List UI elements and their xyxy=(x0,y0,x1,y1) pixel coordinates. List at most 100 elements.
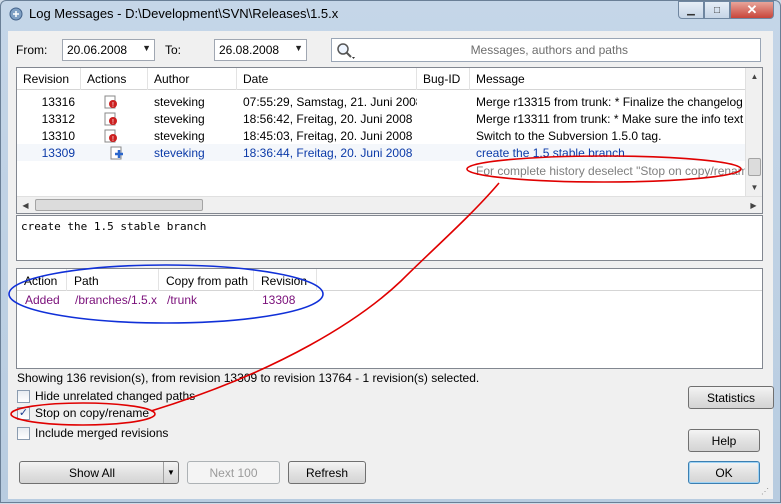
table-row[interactable]: Added /branches/1.5.x /trunk 13308 xyxy=(17,291,762,309)
modified-action-icon: ! xyxy=(104,95,117,109)
message-cell: Merge r13315 from trunk: * Finalize the … xyxy=(476,95,745,109)
show-all-button[interactable]: Show All ▼ xyxy=(19,461,179,484)
date-cell: 18:45:03, Freitag, 20. Juni 2008 xyxy=(243,129,413,143)
date-cell: 18:56:42, Freitag, 20. Juni 2008 xyxy=(243,112,413,126)
log-messages-window: Log Messages - D:\Development\SVN\Releas… xyxy=(0,0,781,503)
search-placeholder: Messages, authors and paths xyxy=(470,43,628,57)
added-action-icon xyxy=(110,146,123,160)
author-cell: steveking xyxy=(154,112,205,126)
table-row-selected[interactable]: 13309 steveking 18:36:44, Freitag, 20. J… xyxy=(17,144,745,161)
dialog-client: From: 20.06.2008 ▼ To: 26.08.2008 ▼ Mess… xyxy=(8,31,774,499)
ok-label: OK xyxy=(715,465,733,480)
chevron-down-icon[interactable]: ▼ xyxy=(142,43,151,53)
revision-list[interactable]: Revision Actions Author Date Bug-ID Mess… xyxy=(16,67,763,214)
include-merged-checkbox[interactable]: Include merged revisions xyxy=(17,425,168,441)
maximize-button[interactable]: □ xyxy=(704,1,730,19)
scroll-up-icon[interactable]: ▲ xyxy=(746,68,763,85)
col-message[interactable]: Message xyxy=(470,68,746,90)
modified-action-icon: ! xyxy=(104,112,117,126)
checkbox-box[interactable] xyxy=(17,426,30,440)
hide-unrelated-checkbox[interactable]: Hide unrelated changed paths xyxy=(17,388,195,404)
next-100-label: Next 100 xyxy=(209,465,258,480)
from-label: From: xyxy=(16,43,48,57)
bugid-cell xyxy=(417,127,470,144)
changed-paths-header: Action Path Copy from path Revision xyxy=(17,269,762,291)
minimize-button[interactable]: ▁ xyxy=(678,1,704,19)
bugid-cell xyxy=(417,144,470,161)
help-label: Help xyxy=(711,433,737,448)
table-row[interactable]: 13310 ! steveking 18:45:03, Freitag, 20.… xyxy=(17,127,745,144)
maximize-icon: □ xyxy=(713,4,721,16)
bugid-cell xyxy=(417,110,470,127)
show-all-label: Show All xyxy=(68,465,116,480)
chevron-down-icon[interactable]: ▼ xyxy=(294,43,303,53)
scroll-left-icon[interactable]: ◀ xyxy=(17,197,34,214)
close-icon: ✕ xyxy=(746,2,758,17)
stop-on-copy-label: Stop on copy/rename xyxy=(35,406,150,420)
col-date[interactable]: Date xyxy=(237,68,417,90)
revision-list-hscrollbar[interactable]: ◀ ▶ xyxy=(17,196,762,213)
actions-cell: ! xyxy=(81,110,148,127)
checkmark-icon: ✓ xyxy=(18,406,29,419)
message-cell: Merge r13311 from trunk: * Make sure the… xyxy=(476,112,745,126)
bugid-cell xyxy=(417,93,470,110)
col-path[interactable]: Path xyxy=(67,269,159,291)
window-controls: ▁ □ ✕ xyxy=(678,1,774,19)
col-author[interactable]: Author xyxy=(148,68,237,90)
scroll-down-icon[interactable]: ▼ xyxy=(746,179,763,196)
svg-text:!: ! xyxy=(112,136,114,143)
search-magnifier-icon[interactable] xyxy=(335,41,359,61)
col-actions[interactable]: Actions xyxy=(81,68,148,90)
hint-row: For complete history deselect "Stop on c… xyxy=(17,162,745,179)
table-row[interactable]: 13316 ! steveking 07:55:29, Samstag, 21.… xyxy=(17,93,745,110)
chevron-down-icon[interactable]: ▼ xyxy=(163,462,178,483)
actions-cell xyxy=(81,144,148,161)
revision-cell: 13309 xyxy=(41,146,75,160)
path-action-cell: Added xyxy=(25,293,60,307)
title-bar[interactable]: Log Messages - D:\Development\SVN\Releas… xyxy=(1,1,780,27)
refresh-label: Refresh xyxy=(305,465,349,480)
revision-cell: 13310 xyxy=(41,129,75,143)
scroll-thumb[interactable] xyxy=(748,158,761,176)
date-cell: 18:36:44, Freitag, 20. Juni 2008 xyxy=(243,146,413,160)
table-row[interactable]: 13312 ! steveking 18:56:42, Freitag, 20.… xyxy=(17,110,745,127)
col-bug-id[interactable]: Bug-ID xyxy=(417,68,470,90)
modified-action-icon: ! xyxy=(104,129,117,143)
to-date-picker[interactable]: 26.08.2008 ▼ xyxy=(214,39,307,61)
scroll-right-icon[interactable]: ▶ xyxy=(745,197,762,214)
col-copy-from-path[interactable]: Copy from path xyxy=(159,269,254,291)
copy-from-cell: /trunk xyxy=(167,293,198,307)
path-cell: /branches/1.5.x xyxy=(75,293,158,307)
help-button[interactable]: Help xyxy=(688,429,760,452)
close-button[interactable]: ✕ xyxy=(730,1,774,19)
actions-cell: ! xyxy=(81,93,148,110)
checkbox-box[interactable] xyxy=(17,389,30,403)
revision-list-header: Revision Actions Author Date Bug-ID Mess… xyxy=(17,68,762,90)
refresh-button[interactable]: Refresh xyxy=(288,461,366,484)
minimize-icon: ▁ xyxy=(687,4,695,16)
window-title: Log Messages - D:\Development\SVN\Releas… xyxy=(29,6,339,21)
history-hint: For complete history deselect "Stop on c… xyxy=(476,164,745,178)
changed-paths-list[interactable]: Action Path Copy from path Revision Adde… xyxy=(16,268,763,369)
revision-cell: 13316 xyxy=(41,95,75,109)
revision-cell: 13312 xyxy=(41,112,75,126)
statistics-button[interactable]: Statistics xyxy=(688,386,774,409)
col-action[interactable]: Action xyxy=(17,269,67,291)
log-message-text[interactable]: create the 1.5 stable branch xyxy=(16,215,763,261)
hide-unrelated-label: Hide unrelated changed paths xyxy=(35,389,196,403)
col-revision[interactable]: Revision xyxy=(17,68,81,90)
col-path-revision[interactable]: Revision xyxy=(254,269,317,291)
from-date-picker[interactable]: 20.06.2008 ▼ xyxy=(62,39,155,61)
svg-text:!: ! xyxy=(112,119,114,126)
author-cell: steveking xyxy=(154,146,205,160)
from-date-value: 20.06.2008 xyxy=(67,43,128,57)
resize-grip-icon[interactable]: ⋰ xyxy=(761,487,771,497)
scroll-thumb[interactable] xyxy=(35,199,203,211)
search-input[interactable]: Messages, authors and paths xyxy=(331,38,761,62)
next-100-button[interactable]: Next 100 xyxy=(187,461,280,484)
ok-button[interactable]: OK xyxy=(688,461,760,484)
revision-list-vscrollbar[interactable]: ▲ ▼ xyxy=(745,68,762,196)
stop-on-copy-checkbox[interactable]: ✓ Stop on copy/rename xyxy=(17,405,149,421)
date-cell: 07:55:29, Samstag, 21. Juni 2008 xyxy=(243,95,417,109)
checkbox-box[interactable]: ✓ xyxy=(17,406,30,420)
